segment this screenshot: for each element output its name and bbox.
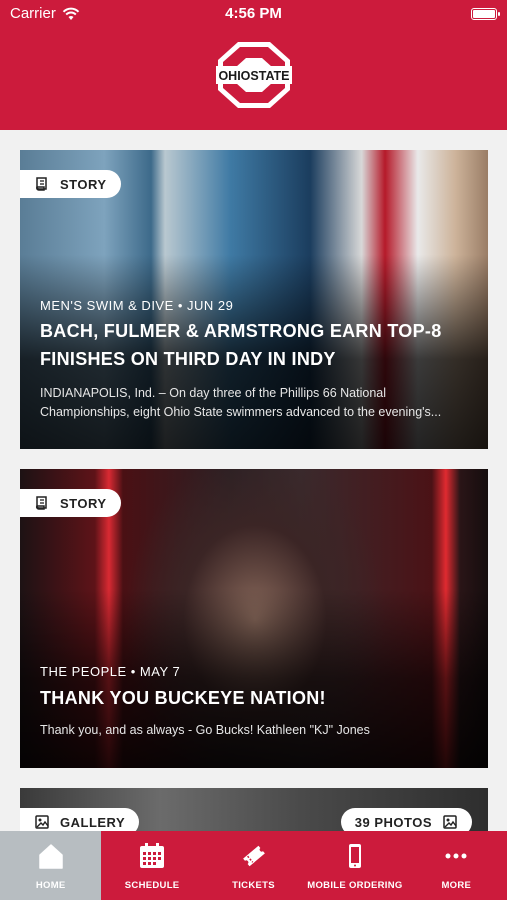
battery-icon	[471, 8, 500, 20]
more-dots-icon	[445, 853, 467, 858]
card-meta: MEN'S SWIM & DIVE • JUN 29	[40, 298, 234, 313]
story-scroll-icon	[35, 496, 47, 510]
tab-tickets[interactable]: TICKETS	[203, 831, 304, 900]
gallery-image-icon	[443, 815, 457, 829]
photo-count-label: 39 PHOTOS	[354, 814, 432, 830]
card-title: THANK YOU BUCKEYE NATION!	[40, 688, 326, 708]
status-time: 4:56 PM	[225, 5, 282, 22]
tab-home[interactable]: HOME	[0, 831, 102, 900]
tab-mobile-ordering[interactable]: MOBILE ORDERING	[304, 831, 405, 900]
tab-label: HOME	[35, 879, 66, 891]
news-card[interactable]: STORY THE PEOPLE • MAY 7 THANK YOU BUCKE…	[20, 469, 488, 768]
card-title: BACH, FULMER & ARMSTRONG EARN TOP-8 FINI…	[40, 321, 442, 369]
ohio-state-logo-icon: OHIOSTATE	[216, 42, 292, 108]
badge-label: STORY	[60, 176, 107, 192]
battery-level	[473, 10, 495, 18]
home-icon	[38, 843, 63, 869]
card-meta: THE PEOPLE • MAY 7	[40, 664, 181, 679]
mobile-phone-icon	[348, 843, 361, 868]
tab-label: MOBILE ORDERING	[307, 879, 403, 891]
tab-schedule[interactable]: SCHEDULE	[101, 831, 202, 900]
bottom-tab-bar: HOME SCHEDULE TICKETS MOBILE ORDERING MO…	[0, 831, 507, 900]
tab-label: MORE	[441, 879, 472, 891]
badge-label: GALLERY	[60, 814, 126, 830]
news-card[interactable]: STORY MEN'S SWIM & DIVE • JUN 29 BACH, F…	[20, 150, 488, 449]
tab-more[interactable]: MORE	[406, 831, 507, 900]
svg-text:OHIOSTATE: OHIOSTATE	[218, 69, 289, 83]
tab-label: TICKETS	[232, 879, 275, 891]
tab-label: SCHEDULE	[124, 879, 180, 891]
calendar-icon	[140, 842, 165, 868]
app-header: Carrier 4:56 PM OHIOSTATE	[0, 0, 507, 130]
gallery-image-icon	[35, 815, 49, 829]
card-excerpt: Thank you, and as always - Go Bucks! Kat…	[40, 723, 370, 737]
status-bar: Carrier 4:56 PM	[0, 0, 507, 28]
story-badge: STORY	[20, 489, 121, 517]
card-excerpt: INDIANAPOLIS, Ind. – On day three of the…	[40, 386, 442, 419]
story-badge: STORY	[20, 170, 121, 198]
badge-label: STORY	[60, 495, 107, 511]
ticket-icon	[242, 845, 265, 866]
story-scroll-icon	[35, 177, 47, 191]
